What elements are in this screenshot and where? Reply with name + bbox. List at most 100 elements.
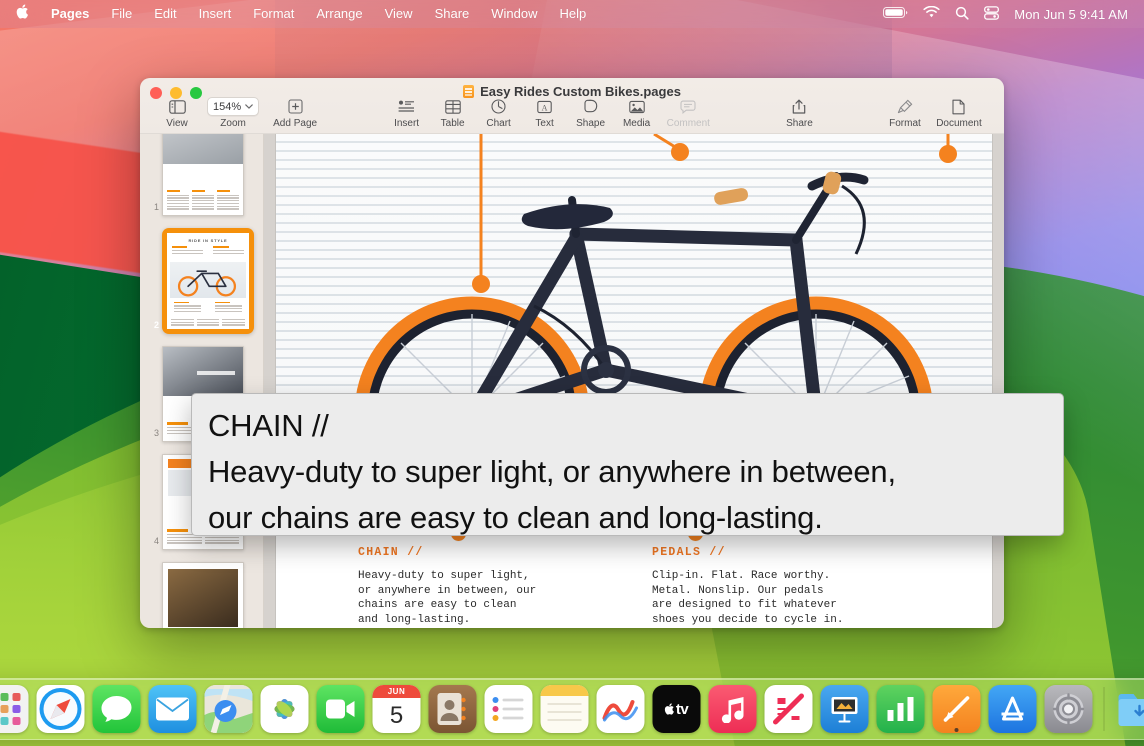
menu-item-share[interactable]: Share	[424, 0, 481, 28]
media-button[interactable]: Media	[614, 98, 660, 129]
downloads-folder-icon[interactable]	[1116, 685, 1144, 733]
music-icon[interactable]	[709, 685, 757, 733]
thumbnail-page-5[interactable]	[162, 562, 244, 628]
thumbnail-number: 4	[148, 536, 162, 550]
keynote-icon[interactable]	[821, 685, 869, 733]
dock-item-calendar[interactable]: JUN 5	[373, 685, 421, 733]
contacts-icon[interactable]	[429, 685, 477, 733]
safari-icon[interactable]	[37, 685, 85, 733]
zoom-control[interactable]: 154% Zoom	[200, 98, 266, 129]
messages-icon[interactable]	[93, 685, 141, 733]
dock-item-photos[interactable]	[261, 685, 309, 733]
format-button[interactable]: Format	[882, 98, 928, 129]
dock-item-appletv[interactable]: tv	[653, 685, 701, 733]
comment-button[interactable]: Comment	[660, 98, 717, 129]
search-icon[interactable]	[955, 6, 969, 23]
dock-item-system-settings[interactable]	[1045, 685, 1093, 733]
gear-icon[interactable]	[1045, 685, 1093, 733]
calendar-icon[interactable]: JUN 5	[373, 685, 421, 733]
insert-label: Insert	[394, 118, 419, 129]
wifi-icon[interactable]	[923, 6, 940, 22]
chart-icon	[491, 98, 506, 115]
document-button[interactable]: Document	[928, 98, 990, 129]
menu-item-format[interactable]: Format	[242, 0, 305, 28]
menu-item-insert[interactable]: Insert	[188, 0, 243, 28]
share-label: Share	[786, 118, 813, 129]
dock-item-messages[interactable]	[93, 685, 141, 733]
thumbnail-item-1[interactable]: 1 BIKES	[140, 134, 263, 222]
dock-item-downloads-folder[interactable]	[1116, 685, 1144, 733]
text-zoom-callout: CHAIN // Heavy-duty to super light, or a…	[191, 393, 1064, 536]
chain-body[interactable]: Heavy-duty to super light, or anywhere i…	[358, 569, 616, 627]
menu-item-edit[interactable]: Edit	[143, 0, 187, 28]
toolbar: View 154% Zoom Add Page	[140, 98, 1004, 134]
dock-item-reminders[interactable]	[485, 685, 533, 733]
dock-item-notes[interactable]	[541, 685, 589, 733]
zoom-dropdown[interactable]: 154%	[207, 97, 259, 116]
dock[interactable]: JUN 5 tv	[0, 678, 1144, 740]
toolbar-right-group: Format Document	[882, 98, 990, 129]
thumbnail-item-5[interactable]: 5	[140, 556, 263, 628]
text-button[interactable]: A Text	[522, 98, 568, 129]
thumbnail-number: 2	[148, 320, 162, 334]
dock-separator	[1104, 687, 1105, 731]
thumbnail-page-1[interactable]: BIKES	[162, 134, 244, 216]
news-icon[interactable]	[765, 685, 813, 733]
facetime-icon[interactable]	[317, 685, 365, 733]
photos-icon[interactable]	[261, 685, 309, 733]
pedals-body[interactable]: Clip-in. Flat. Race worthy. Metal. Nonsl…	[652, 569, 910, 627]
shape-button[interactable]: Shape	[568, 98, 614, 129]
document-text-content[interactable]: CHAIN // Heavy-duty to super light, or a…	[276, 532, 992, 628]
document-page[interactable]: CHAIN // Heavy-duty to super light, or a…	[276, 134, 992, 628]
dock-item-mail[interactable]	[149, 685, 197, 733]
dock-item-facetime[interactable]	[317, 685, 365, 733]
notes-icon[interactable]	[541, 685, 589, 733]
dock-item-safari[interactable]	[37, 685, 85, 733]
dock-item-contacts[interactable]	[429, 685, 477, 733]
dock-item-numbers[interactable]	[877, 685, 925, 733]
share-button[interactable]: Share	[776, 98, 822, 129]
dock-item-stocks[interactable]	[597, 685, 645, 733]
dock-item-keynote[interactable]	[821, 685, 869, 733]
menu-item-window[interactable]: Window	[480, 0, 548, 28]
insert-button[interactable]: Insert	[384, 98, 430, 129]
appletv-icon[interactable]: tv	[653, 685, 701, 733]
dock-item-launchpad[interactable]	[0, 685, 29, 733]
menu-item-arrange[interactable]: Arrange	[305, 0, 373, 28]
dock-item-maps[interactable]	[205, 685, 253, 733]
add-page-button[interactable]: Add Page	[266, 98, 324, 129]
menu-item-pages[interactable]: Pages	[40, 0, 100, 28]
document-canvas[interactable]: CHAIN // Heavy-duty to super light, or a…	[264, 134, 1004, 628]
battery-icon[interactable]	[883, 6, 908, 22]
toolbar-share-group: Share	[776, 98, 822, 129]
menu-item-view[interactable]: View	[374, 0, 424, 28]
dock-item-news[interactable]	[765, 685, 813, 733]
reminders-icon[interactable]	[485, 685, 533, 733]
maps-icon[interactable]	[205, 685, 253, 733]
menu-item-file[interactable]: File	[100, 0, 143, 28]
format-label: Format	[889, 118, 921, 129]
menu-item-help[interactable]: Help	[549, 0, 598, 28]
appstore-icon[interactable]	[989, 685, 1037, 733]
pages-icon[interactable]	[933, 685, 981, 733]
launchpad-icon[interactable]	[0, 685, 29, 733]
numbers-icon[interactable]	[877, 685, 925, 733]
table-button[interactable]: Table	[430, 98, 476, 129]
mail-icon[interactable]	[149, 685, 197, 733]
document-icon	[952, 98, 965, 115]
menu-bar-status-area: Mon Jun 5 9:41 AM	[883, 6, 1132, 23]
chart-button[interactable]: Chart	[476, 98, 522, 129]
control-center-icon[interactable]	[984, 6, 999, 23]
thumbnail-item-2[interactable]: 2 RIDE IN STYLE	[140, 222, 263, 340]
dock-item-music[interactable]	[709, 685, 757, 733]
toolbar-left-group: View 154% Zoom Add Page	[154, 98, 324, 129]
comment-icon	[680, 98, 696, 115]
view-button[interactable]: View	[154, 98, 200, 129]
page-thumbnails-sidebar[interactable]: 1 BIKES 2 RIDE IN STYLE	[140, 134, 264, 628]
apple-logo-icon[interactable]	[16, 4, 40, 22]
dock-item-pages[interactable]	[933, 685, 981, 733]
stocks-icon[interactable]	[597, 685, 645, 733]
dock-item-appstore[interactable]	[989, 685, 1037, 733]
thumbnail-page-2-selected[interactable]: RIDE IN STYLE	[162, 228, 254, 334]
menu-bar-clock[interactable]: Mon Jun 5 9:41 AM	[1014, 7, 1128, 22]
